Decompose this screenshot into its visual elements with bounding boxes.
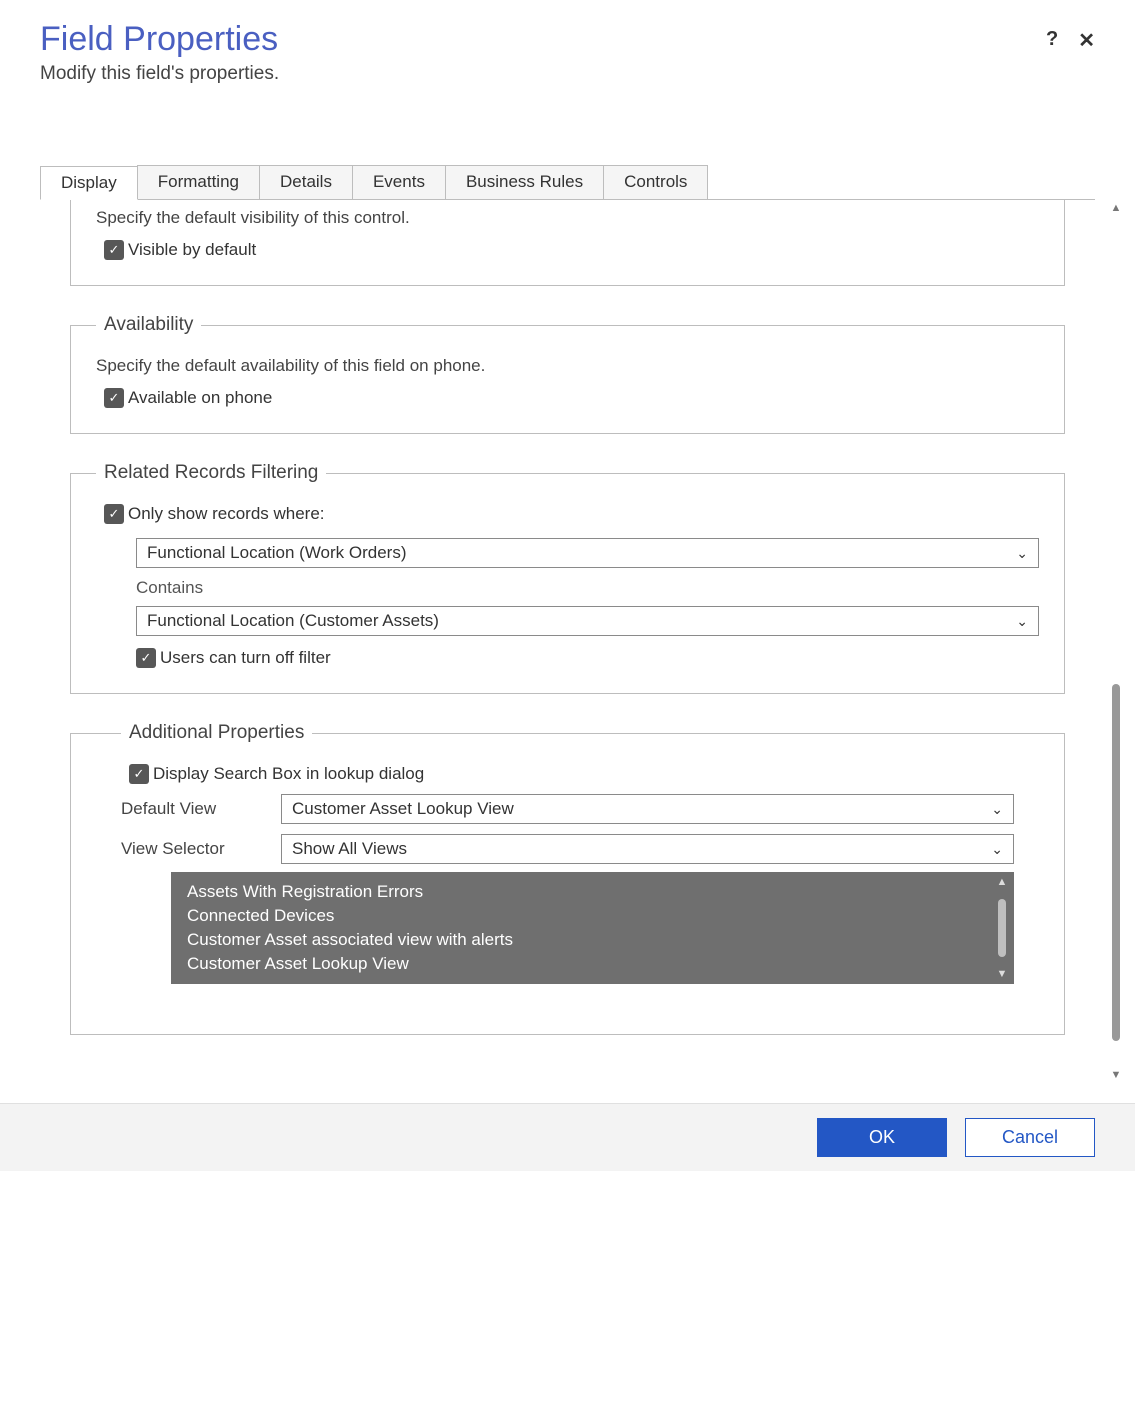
users-can-turn-off-row: ✓ Users can turn off filter (136, 648, 1039, 668)
related-records-filtering-group: Related Records Filtering ✓ Only show re… (70, 462, 1065, 694)
visibility-group: Specify the default visibility of this c… (70, 200, 1065, 286)
tabs: Display Formatting Details Events Busine… (40, 165, 1095, 199)
available-on-phone-checkbox[interactable]: ✓ (104, 388, 124, 408)
only-show-records-checkbox[interactable]: ✓ (104, 504, 124, 524)
visible-by-default-checkbox[interactable]: ✓ (104, 240, 124, 260)
scrollbar-thumb[interactable] (1112, 684, 1120, 1041)
tab-details[interactable]: Details (259, 165, 353, 199)
dialog-title: Field Properties (40, 20, 279, 59)
tab-controls[interactable]: Controls (603, 165, 708, 199)
only-show-records-row: ✓ Only show records where: (104, 504, 1039, 524)
dialog-header: Field Properties Modify this field's pro… (40, 20, 1095, 85)
list-item[interactable]: Customer Asset Lookup View (171, 952, 1014, 976)
dialog-footer: OK Cancel (0, 1103, 1135, 1171)
availability-group: Availability Specify the default availab… (70, 314, 1065, 434)
visible-by-default-row: ✓ Visible by default (104, 240, 1039, 260)
scroll-down-icon[interactable]: ▼ (997, 968, 1008, 980)
filter-parent-select[interactable]: Functional Location (Work Orders) ⌄ (136, 538, 1039, 568)
only-show-records-label: Only show records where: (128, 504, 325, 524)
chevron-down-icon: ⌄ (991, 841, 1003, 858)
filtering-legend: Related Records Filtering (96, 462, 326, 484)
scroll-up-icon[interactable]: ▲ (997, 876, 1008, 888)
main-scrollbar[interactable]: ▲ ▼ (1107, 200, 1125, 1083)
default-view-value: Customer Asset Lookup View (292, 799, 514, 819)
header-icons: ? ✕ (1046, 28, 1095, 53)
ok-button[interactable]: OK (817, 1118, 947, 1157)
view-selector-select[interactable]: Show All Views ⌄ (281, 834, 1014, 864)
available-on-phone-label: Available on phone (128, 388, 272, 408)
chevron-down-icon: ⌄ (991, 801, 1003, 818)
scrollbar-track[interactable] (1112, 216, 1120, 1067)
scroll-up-icon[interactable]: ▲ (1109, 200, 1124, 216)
scrollbar-thumb[interactable] (998, 899, 1006, 957)
filter-controls: Functional Location (Work Orders) ⌄ Cont… (136, 538, 1039, 668)
users-can-turn-off-label: Users can turn off filter (160, 648, 331, 668)
users-can-turn-off-checkbox[interactable]: ✓ (136, 648, 156, 668)
list-item[interactable]: Assets With Registration Errors (171, 880, 1014, 904)
additional-properties-group: Additional Properties ✓ Display Search B… (70, 722, 1065, 1035)
view-selector-label: View Selector (121, 839, 281, 859)
view-selector-value: Show All Views (292, 839, 407, 859)
default-view-select[interactable]: Customer Asset Lookup View ⌄ (281, 794, 1014, 824)
help-icon[interactable]: ? (1046, 28, 1058, 53)
additional-properties-legend: Additional Properties (121, 722, 312, 744)
available-on-phone-row: ✓ Available on phone (104, 388, 1039, 408)
availability-legend: Availability (96, 314, 201, 336)
default-view-row: Default View Customer Asset Lookup View … (121, 794, 1014, 824)
tab-formatting[interactable]: Formatting (137, 165, 260, 199)
display-search-box-checkbox[interactable]: ✓ (129, 764, 149, 784)
filter-parent-value: Functional Location (Work Orders) (147, 543, 407, 563)
visibility-desc: Specify the default visibility of this c… (96, 208, 1039, 228)
tab-content: Specify the default visibility of this c… (40, 199, 1095, 1083)
list-item[interactable]: Connected Devices (171, 904, 1014, 928)
dialog-subtitle: Modify this field's properties. (40, 63, 279, 85)
view-selector-row: View Selector Show All Views ⌄ (121, 834, 1014, 864)
visible-by-default-label: Visible by default (128, 240, 256, 260)
close-icon[interactable]: ✕ (1078, 28, 1095, 53)
chevron-down-icon: ⌄ (1016, 613, 1028, 630)
tab-area: Display Formatting Details Events Busine… (40, 165, 1095, 1083)
list-item[interactable]: Customer Asset associated view with aler… (171, 928, 1014, 952)
chevron-down-icon: ⌄ (1016, 545, 1028, 562)
display-search-box-label: Display Search Box in lookup dialog (153, 764, 424, 784)
tab-business-rules[interactable]: Business Rules (445, 165, 604, 199)
views-listbox[interactable]: Assets With Registration Errors Connecte… (171, 872, 1014, 984)
cancel-button[interactable]: Cancel (965, 1118, 1095, 1157)
availability-desc: Specify the default availability of this… (96, 356, 1039, 376)
display-search-box-row: ✓ Display Search Box in lookup dialog (129, 764, 1014, 784)
field-properties-dialog: Field Properties Modify this field's pro… (0, 0, 1135, 1083)
tab-events[interactable]: Events (352, 165, 446, 199)
filter-child-value: Functional Location (Customer Assets) (147, 611, 439, 631)
title-block: Field Properties Modify this field's pro… (40, 20, 279, 85)
scroll-down-icon[interactable]: ▼ (1109, 1067, 1124, 1083)
tab-display[interactable]: Display (40, 166, 138, 200)
filter-child-select[interactable]: Functional Location (Customer Assets) ⌄ (136, 606, 1039, 636)
listbox-scrollbar[interactable]: ▲ ▼ (994, 876, 1010, 980)
default-view-label: Default View (121, 799, 281, 819)
contains-label: Contains (136, 578, 1039, 598)
